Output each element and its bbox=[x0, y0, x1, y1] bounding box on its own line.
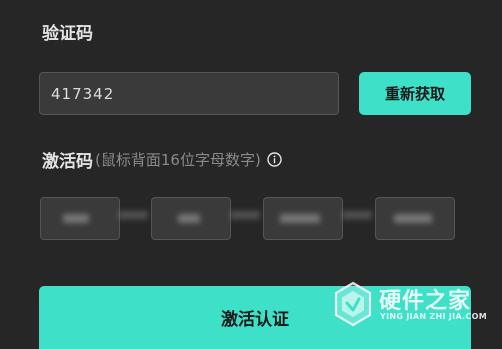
info-circle-icon[interactable] bbox=[267, 152, 282, 167]
segment-separator bbox=[118, 211, 148, 219]
masked-value bbox=[63, 214, 89, 223]
verification-code-input[interactable] bbox=[39, 72, 339, 115]
masked-value bbox=[280, 214, 320, 223]
activation-code-segment-4[interactable] bbox=[375, 197, 455, 240]
activation-code-label: 激活码 bbox=[42, 152, 93, 172]
activation-form: 验证码 重新获取 激活码 (鼠标背面16位字母数字) 激活认证 bbox=[0, 0, 502, 349]
masked-value bbox=[394, 214, 432, 223]
activate-submit-button[interactable]: 激活认证 bbox=[39, 286, 471, 349]
activation-code-segment-3[interactable] bbox=[263, 197, 343, 240]
activation-code-segment-1[interactable] bbox=[40, 197, 120, 240]
segment-separator bbox=[230, 211, 260, 219]
masked-value bbox=[178, 214, 200, 223]
activation-code-hint: (鼠标背面16位字母数字) bbox=[95, 151, 261, 169]
segment-separator bbox=[342, 211, 372, 219]
resend-code-button[interactable]: 重新获取 bbox=[359, 72, 471, 115]
verification-code-label: 验证码 bbox=[42, 24, 93, 44]
activation-code-label-row: 激活码 (鼠标背面16位字母数字) bbox=[42, 147, 282, 172]
activation-code-segment-2[interactable] bbox=[151, 197, 231, 240]
